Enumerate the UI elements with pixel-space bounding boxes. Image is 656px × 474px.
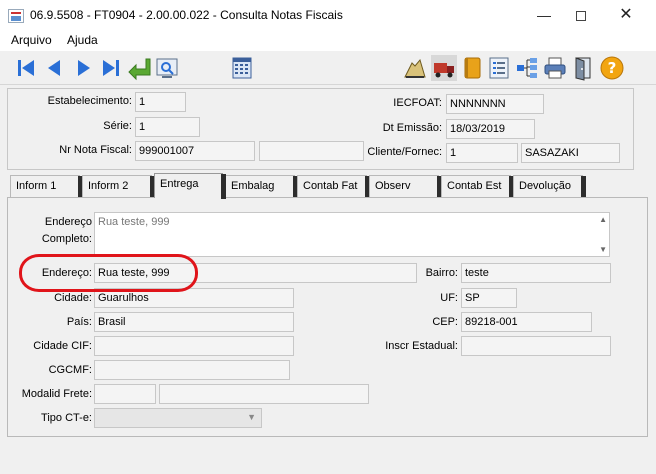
- tab-label: Observ: [375, 180, 411, 192]
- list-icon[interactable]: [486, 55, 512, 81]
- menu-bar: Arquivo Ajuda: [0, 31, 656, 51]
- tipo-cte-select[interactable]: ▼: [94, 408, 262, 428]
- printer-icon[interactable]: [542, 55, 568, 81]
- modalid-frete-desc-field[interactable]: [159, 384, 369, 404]
- dt-emissao-field[interactable]: 18/03/2019: [446, 119, 535, 139]
- endereco-completo-value: Rua teste, 999: [98, 216, 170, 228]
- book-icon[interactable]: [459, 55, 485, 81]
- cidade-cif-label: Cidade CIF:: [33, 340, 92, 352]
- uf-label: UF:: [440, 292, 458, 304]
- tab-inform-1[interactable]: Inform 1: [10, 175, 83, 198]
- scroll-up-icon[interactable]: ▲: [599, 215, 607, 224]
- tab-label: Contab Fat: [303, 180, 358, 192]
- estabelecimento-label: Estabelecimento:: [47, 95, 132, 107]
- uf-field[interactable]: SP: [461, 288, 517, 308]
- iecfoat-field[interactable]: NNNNNNN: [446, 94, 544, 114]
- tab-embalag[interactable]: Embalag: [225, 175, 298, 198]
- menu-ajuda[interactable]: Ajuda: [67, 33, 98, 47]
- endereco-completo-label-2: Completo:: [41, 233, 92, 245]
- tab-inform-2[interactable]: Inform 2: [82, 175, 155, 198]
- cgcmf-label: CGCMF:: [48, 364, 92, 376]
- pais-field[interactable]: Brasil: [94, 312, 294, 332]
- app-icon: [8, 9, 24, 23]
- exit-door-icon[interactable]: [571, 55, 597, 81]
- tab-contab-fat[interactable]: Contab Fat: [297, 175, 370, 198]
- tab-observ[interactable]: Observ: [369, 175, 442, 198]
- nr-nota-label: Nr Nota Fiscal:: [59, 144, 132, 156]
- tab-label: Inform 1: [16, 180, 57, 192]
- inscr-estadual-field[interactable]: [461, 336, 611, 356]
- next-record-icon[interactable]: [70, 55, 96, 81]
- cidade-label: Cidade:: [54, 292, 92, 304]
- last-record-icon[interactable]: [97, 55, 123, 81]
- bairro-field[interactable]: teste: [461, 263, 611, 283]
- dt-emissao-label: Dt Emissão:: [382, 122, 442, 134]
- help-icon[interactable]: ?: [599, 55, 625, 81]
- tab-label: Devolução: [519, 180, 571, 192]
- cgcmf-field[interactable]: [94, 360, 290, 380]
- serie-field[interactable]: 1: [135, 117, 200, 137]
- first-record-icon[interactable]: [14, 55, 40, 81]
- cliente-label: Cliente/Fornec:: [367, 146, 442, 158]
- calendar-icon[interactable]: [229, 55, 255, 81]
- tab-contab-est[interactable]: Contab Est: [441, 175, 514, 198]
- inscr-estadual-label: Inscr Estadual:: [385, 340, 458, 352]
- nr-nota-field[interactable]: 999001007: [135, 141, 255, 161]
- cep-field[interactable]: 89218-001: [461, 312, 592, 332]
- pais-label: País:: [66, 316, 92, 328]
- tab-label: Entrega: [160, 178, 199, 190]
- cidade-cif-field[interactable]: [94, 336, 294, 356]
- modalid-frete-field[interactable]: [94, 384, 156, 404]
- estabelecimento-field[interactable]: 1: [135, 92, 186, 112]
- toolbar: ?: [0, 51, 656, 85]
- tree-structure-icon[interactable]: [514, 55, 540, 81]
- search-screen-icon[interactable]: [154, 55, 180, 81]
- serie-label: Série:: [103, 120, 132, 132]
- endereco-completo-textarea[interactable]: Rua teste, 999 ▲ ▼: [94, 212, 610, 257]
- svg-text:?: ?: [608, 59, 617, 77]
- tab-label: Inform 2: [88, 180, 129, 192]
- truck-icon[interactable]: [431, 55, 457, 81]
- previous-record-icon[interactable]: [42, 55, 68, 81]
- endereco-completo-label-1: Endereço: [44, 216, 92, 228]
- iecfoat-label: IECFOAT:: [393, 97, 442, 109]
- tab-devolucao[interactable]: Devolução: [513, 175, 586, 198]
- bairro-label: Bairro:: [425, 267, 458, 279]
- maximize-icon: [576, 11, 586, 22]
- tipo-cte-label: Tipo CT-e:: [41, 412, 92, 424]
- scroll-down-icon[interactable]: ▼: [599, 245, 607, 254]
- cep-label: CEP:: [432, 316, 458, 328]
- tab-label: Embalag: [231, 180, 275, 192]
- highlight-annotation: [19, 254, 198, 292]
- modalid-frete-label: Modalid Frete:: [21, 388, 92, 400]
- chevron-down-icon[interactable]: ▼: [247, 412, 256, 422]
- close-button[interactable]: ✕: [612, 4, 640, 26]
- cliente-code-field[interactable]: 1: [446, 143, 518, 163]
- edit-tools-icon[interactable]: [402, 55, 428, 81]
- menu-arquivo[interactable]: Arquivo: [11, 33, 52, 47]
- minimize-button[interactable]: —: [530, 4, 558, 26]
- cliente-name-field[interactable]: SASAZAKI: [521, 143, 620, 163]
- window-title: 06.9.5508 - FT0904 - 2.00.00.022 - Consu…: [30, 8, 343, 22]
- title-bar: 06.9.5508 - FT0904 - 2.00.00.022 - Consu…: [0, 0, 656, 31]
- tab-entrega[interactable]: Entrega: [154, 173, 226, 199]
- goto-arrow-icon[interactable]: [126, 55, 152, 81]
- maximize-button[interactable]: [567, 4, 595, 26]
- tab-label: Contab Est: [447, 180, 502, 192]
